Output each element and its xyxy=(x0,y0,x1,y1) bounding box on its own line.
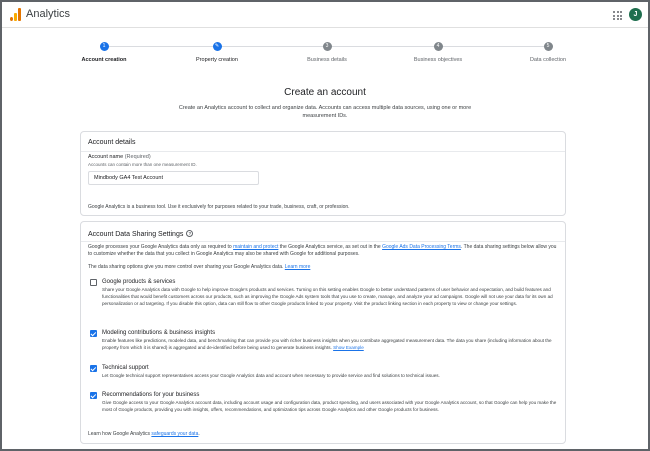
option-title: Google products & services xyxy=(102,279,176,285)
step-data-collection: 5 Data collection xyxy=(503,42,593,63)
sharing-intro: Google processes your Google Analytics d… xyxy=(88,244,560,258)
option-title: Modeling contributions & business insigh… xyxy=(102,330,216,336)
intro-text: Google processes your Google Analytics d… xyxy=(88,244,232,250)
page-subtitle: Create an Analytics account to collect a… xyxy=(178,105,472,119)
apps-grid-icon[interactable] xyxy=(613,11,622,20)
control-text: The data sharing options give you more c… xyxy=(88,264,284,270)
step-number: 1 xyxy=(99,42,109,51)
recommendations-checkbox[interactable] xyxy=(90,392,97,399)
step-number: 4 xyxy=(433,42,443,51)
page-title: Create an account xyxy=(284,87,366,98)
step-number: 3 xyxy=(322,42,332,51)
step-label: Data collection xyxy=(529,57,567,63)
option-description: Give Google access to your Google Analyt… xyxy=(102,400,557,412)
option-title: Recommendations for your business xyxy=(102,392,200,398)
setup-stepper: 1 Account creation ✎ Property creation 3… xyxy=(62,42,602,72)
data-sharing-card: Account Data Sharing Settings? Google pr… xyxy=(80,221,566,444)
modeling-checkbox[interactable] xyxy=(90,330,97,337)
info-icon[interactable]: ? xyxy=(186,230,194,237)
sharing-control-text: The data sharing options give you more c… xyxy=(88,264,560,271)
option-description-text: Enable features like predictions, modele… xyxy=(102,338,552,350)
step-business-objectives: 4 Business objectives xyxy=(393,42,483,63)
divider xyxy=(81,241,565,242)
app-title: Analytics xyxy=(26,8,71,20)
show-example-link[interactable]: Show Example xyxy=(333,345,364,350)
step-property-creation: ✎ Property creation xyxy=(172,42,262,63)
required-marker: (Required) xyxy=(124,154,151,160)
card-title: Account details xyxy=(88,139,136,146)
step-account-creation: 1 Account creation xyxy=(59,42,149,63)
account-name-input[interactable] xyxy=(88,171,259,185)
step-label: Account creation xyxy=(81,57,127,63)
intro-text: the Google Analytics service, as set out… xyxy=(279,244,381,250)
field-label-text: Account name xyxy=(88,154,124,160)
safeguards-link[interactable]: safeguards your data xyxy=(151,431,198,437)
option-description: Enable features like predictions, modele… xyxy=(102,338,560,352)
step-label: Business objectives xyxy=(413,57,463,63)
step-number: 5 xyxy=(543,42,553,51)
footer-text: Learn how Google Analytics xyxy=(88,431,150,437)
pencil-icon: ✎ xyxy=(212,42,222,51)
top-app-bar: Analytics J xyxy=(2,2,648,28)
sharing-title: Account Data Sharing Settings? xyxy=(88,230,194,238)
divider xyxy=(81,151,565,152)
option-description: Share your Google Analytics data with Go… xyxy=(102,287,553,306)
google-products-checkbox[interactable] xyxy=(90,279,97,286)
analytics-logo-icon xyxy=(10,8,22,21)
maintain-protect-link[interactable]: maintain and protect xyxy=(233,244,278,250)
data-processing-terms-link[interactable]: Google Ads Data Processing Terms xyxy=(382,244,461,250)
account-name-hint: Accounts can contain more than one measu… xyxy=(88,162,197,167)
option-description: Let Google technical support representat… xyxy=(102,373,440,378)
business-tool-note: Google Analytics is a business tool. Use… xyxy=(88,204,350,210)
account-details-card: Account details Account name (Required) … xyxy=(80,131,566,216)
account-name-label: Account name (Required) xyxy=(88,154,151,160)
step-business-details: 3 Business details xyxy=(282,42,372,63)
sharing-title-text: Account Data Sharing Settings xyxy=(88,231,184,238)
avatar[interactable]: J xyxy=(629,8,642,21)
option-title: Technical support xyxy=(102,365,149,371)
learn-more-link[interactable]: Learn more xyxy=(285,264,311,270)
technical-support-checkbox[interactable] xyxy=(90,365,97,372)
safeguards-text: Learn how Google Analytics safeguards yo… xyxy=(88,431,560,438)
step-label: Property creation xyxy=(196,57,238,63)
step-label: Business details xyxy=(307,57,347,63)
footer-text: . xyxy=(198,431,200,437)
browser-frame: Analytics J 1 Account creation ✎ Propert… xyxy=(0,0,650,451)
